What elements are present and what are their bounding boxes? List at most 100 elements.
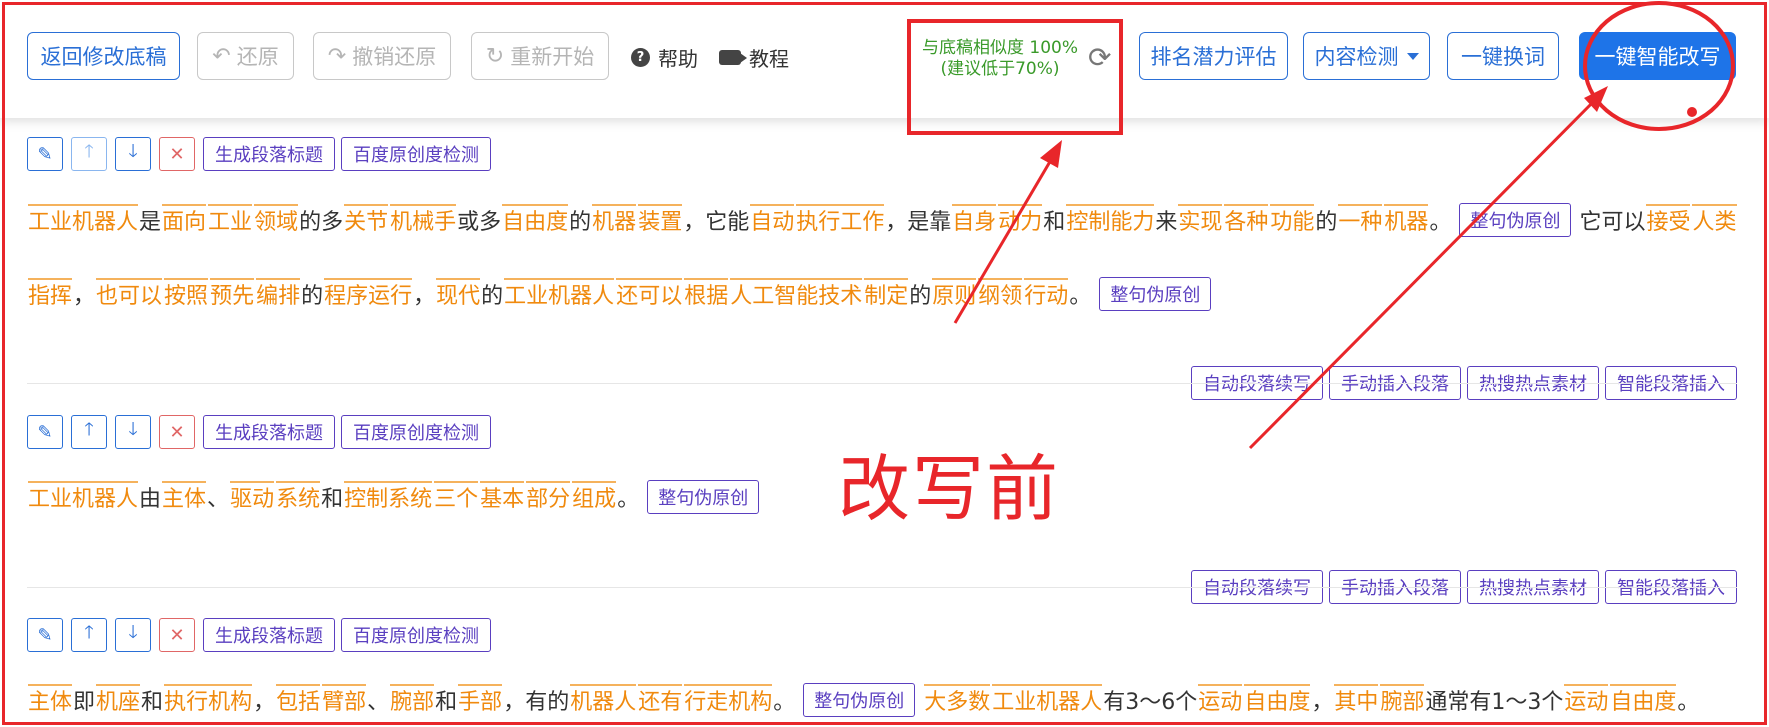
- refresh-icon[interactable]: ⟳: [1088, 44, 1116, 72]
- edit-pencil-icon[interactable]: ✎: [27, 415, 63, 449]
- keyword-token[interactable]: 实现: [1178, 204, 1223, 235]
- keyword-token[interactable]: 还有: [638, 684, 683, 715]
- undo-label: 还原: [236, 45, 279, 69]
- keyword-token[interactable]: 大多数: [924, 684, 991, 715]
- rewrite-sentence-button[interactable]: 整句伪原创: [647, 480, 760, 514]
- keyword-token[interactable]: 行走机构: [684, 684, 773, 715]
- keyword-token[interactable]: 自由度: [502, 204, 569, 235]
- keyword-token[interactable]: 系统: [276, 481, 321, 512]
- keyword-token[interactable]: 指挥: [28, 278, 73, 309]
- keyword-token[interactable]: 控制系统: [344, 481, 433, 512]
- tutorial-link[interactable]: 教程: [719, 42, 789, 72]
- keyword-token[interactable]: 纲领: [978, 278, 1023, 309]
- keyword-token[interactable]: 控制能力: [1066, 204, 1155, 235]
- keyword-token[interactable]: 关节: [344, 204, 389, 235]
- keyword-token[interactable]: 工业机器人: [28, 204, 139, 235]
- keyword-token[interactable]: 人类: [1692, 204, 1737, 235]
- generate-paragraph-title-button[interactable]: 生成段落标题: [203, 137, 335, 171]
- rewrite-sentence-button[interactable]: 整句伪原创: [1099, 277, 1212, 311]
- keyword-token[interactable]: 机器: [592, 204, 637, 235]
- delete-paragraph-icon[interactable]: ✕: [159, 415, 195, 449]
- keyword-token[interactable]: 机械手: [390, 204, 457, 235]
- keyword-token[interactable]: 机座: [96, 684, 141, 715]
- keyword-token[interactable]: 面向: [162, 204, 207, 235]
- keyword-token[interactable]: 行动: [1024, 278, 1069, 309]
- keyword-token[interactable]: 工业机器人: [504, 278, 615, 309]
- keyword-token[interactable]: 制定: [864, 278, 909, 309]
- keyword-token[interactable]: 运动: [1198, 684, 1243, 715]
- keyword-token[interactable]: 三个: [434, 481, 479, 512]
- keyword-token[interactable]: 主体: [28, 684, 73, 715]
- keyword-token[interactable]: 其中: [1334, 684, 1379, 715]
- back-to-draft-button[interactable]: 返回修改底稿: [27, 32, 180, 80]
- keyword-token[interactable]: 预先: [210, 278, 255, 309]
- keyword-token[interactable]: 动力: [998, 204, 1043, 235]
- baidu-originality-check-button[interactable]: 百度原创度检测: [341, 415, 491, 449]
- undo-button[interactable]: ↶ 还原: [197, 32, 294, 80]
- keyword-token[interactable]: 基本: [480, 481, 525, 512]
- rewrite-sentence-button[interactable]: 整句伪原创: [803, 683, 916, 717]
- paragraph-2-controls: ✎ 🡑 🡓 ✕ 生成段落标题 百度原创度检测: [27, 415, 497, 449]
- restart-button[interactable]: ↻ 重新开始: [471, 32, 609, 80]
- keyword-token[interactable]: 臂部: [322, 684, 367, 715]
- keyword-token[interactable]: 自动: [750, 204, 795, 235]
- baidu-originality-check-button[interactable]: 百度原创度检测: [341, 618, 491, 652]
- redo-label: 撤销还原: [352, 45, 437, 69]
- restart-label: 重新开始: [510, 45, 595, 69]
- keyword-token[interactable]: 工业: [208, 204, 253, 235]
- keyword-token[interactable]: 程序运行: [324, 278, 413, 309]
- keyword-token[interactable]: 自身: [952, 204, 997, 235]
- keyword-token[interactable]: 接受: [1646, 204, 1691, 235]
- keyword-token[interactable]: 原则: [932, 278, 977, 309]
- keyword-token[interactable]: 工业机器人: [992, 684, 1103, 715]
- content-check-dropdown[interactable]: 内容检测: [1303, 32, 1430, 80]
- keyword-token[interactable]: 组成: [572, 481, 617, 512]
- keyword-token[interactable]: 主体: [162, 481, 207, 512]
- redo-button[interactable]: ↷ 撤销还原: [313, 32, 451, 80]
- keyword-token[interactable]: 自由度: [1244, 684, 1311, 715]
- keyword-token[interactable]: 人工智能技术: [730, 278, 863, 309]
- generate-paragraph-title-button[interactable]: 生成段落标题: [203, 618, 335, 652]
- keyword-token[interactable]: 工业机器人: [28, 481, 139, 512]
- keyword-token[interactable]: 功能: [1270, 204, 1315, 235]
- keyword-token[interactable]: 领域: [254, 204, 299, 235]
- keyword-token[interactable]: 按照: [164, 278, 209, 309]
- delete-paragraph-icon[interactable]: ✕: [159, 618, 195, 652]
- rank-potential-button[interactable]: 排名潜力评估: [1139, 32, 1288, 80]
- move-up-arrow-icon[interactable]: 🡑: [71, 618, 107, 652]
- keyword-token[interactable]: 自由度: [1610, 684, 1677, 715]
- rewrite-sentence-button[interactable]: 整句伪原创: [1459, 203, 1572, 237]
- smart-rewrite-button[interactable]: 一键智能改写: [1579, 32, 1736, 80]
- keyword-token[interactable]: 部分: [526, 481, 571, 512]
- keyword-token[interactable]: 各种: [1224, 204, 1269, 235]
- swap-words-button[interactable]: 一键换词: [1447, 32, 1559, 80]
- keyword-token[interactable]: 执行工作: [796, 204, 885, 235]
- delete-paragraph-icon[interactable]: ✕: [159, 137, 195, 171]
- keyword-token[interactable]: 还可以: [616, 278, 683, 309]
- keyword-token[interactable]: 机器人: [570, 684, 637, 715]
- edit-pencil-icon[interactable]: ✎: [27, 618, 63, 652]
- keyword-token[interactable]: 驱动: [230, 481, 275, 512]
- help-link[interactable]: ? 帮助: [631, 42, 698, 72]
- move-up-arrow-icon[interactable]: 🡑: [71, 137, 107, 171]
- move-down-arrow-icon[interactable]: 🡓: [115, 137, 151, 171]
- generate-paragraph-title-button[interactable]: 生成段落标题: [203, 415, 335, 449]
- keyword-token[interactable]: 装置: [638, 204, 683, 235]
- keyword-token[interactable]: 腕部: [1380, 684, 1425, 715]
- keyword-token[interactable]: 手部: [458, 684, 503, 715]
- keyword-token[interactable]: 一种: [1338, 204, 1383, 235]
- move-up-arrow-icon[interactable]: 🡑: [71, 415, 107, 449]
- keyword-token[interactable]: 运动: [1564, 684, 1609, 715]
- keyword-token[interactable]: 包括: [276, 684, 321, 715]
- move-down-arrow-icon[interactable]: 🡓: [115, 415, 151, 449]
- keyword-token[interactable]: 根据: [684, 278, 729, 309]
- keyword-token[interactable]: 执行机构: [164, 684, 253, 715]
- keyword-token[interactable]: 机器: [1384, 204, 1429, 235]
- keyword-token[interactable]: 编排: [256, 278, 301, 309]
- keyword-token[interactable]: 腕部: [390, 684, 435, 715]
- keyword-token[interactable]: 也可以: [96, 278, 163, 309]
- move-down-arrow-icon[interactable]: 🡓: [115, 618, 151, 652]
- keyword-token[interactable]: 现代: [436, 278, 481, 309]
- edit-pencil-icon[interactable]: ✎: [27, 137, 63, 171]
- baidu-originality-check-button[interactable]: 百度原创度检测: [341, 137, 491, 171]
